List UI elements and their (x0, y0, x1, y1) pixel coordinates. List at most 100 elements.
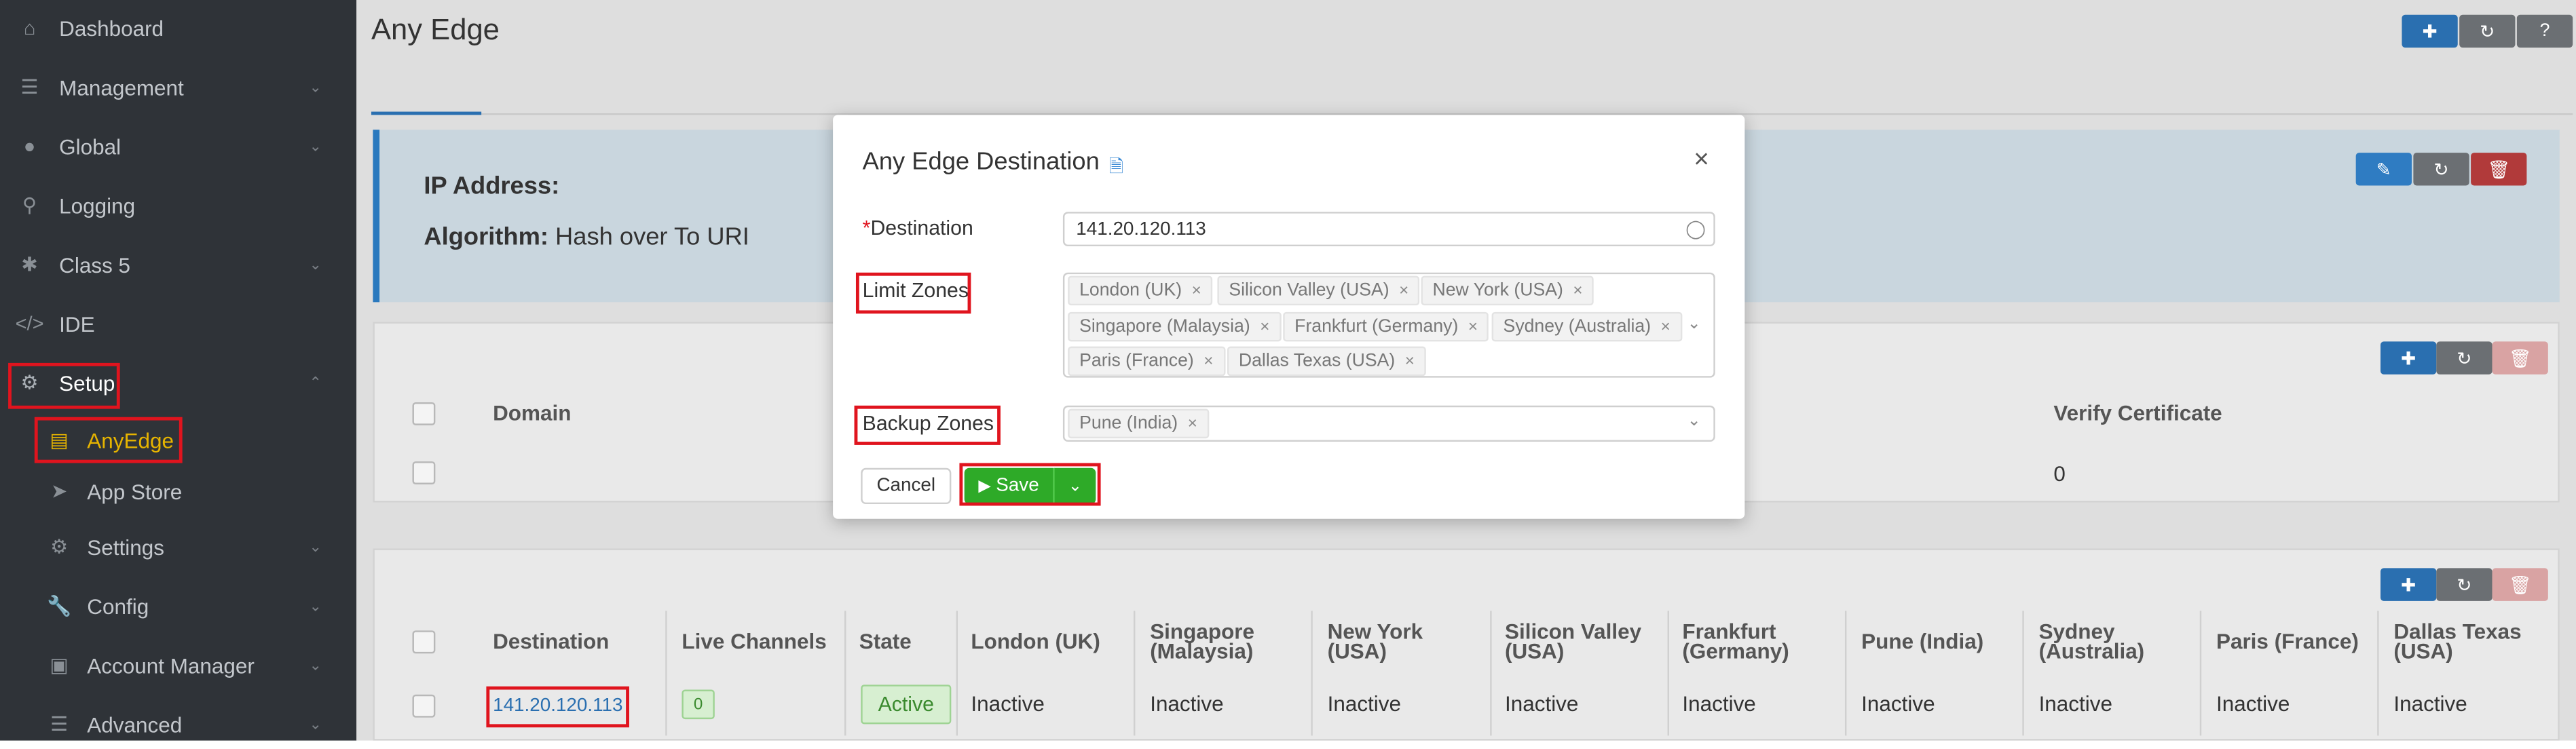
column-divider (1490, 611, 1492, 736)
refresh-button[interactable]: ↻ (2436, 341, 2493, 374)
sidebar-item-account-manager[interactable]: ▣ Account Manager ⌄ (0, 640, 356, 690)
gear-icon: ⚙ (50, 535, 69, 558)
table-cell: Inactive (971, 691, 1045, 716)
remove-chip-icon[interactable]: × (1192, 282, 1201, 300)
remove-chip-icon[interactable]: × (1573, 282, 1582, 300)
remove-chip-icon[interactable]: × (1405, 352, 1415, 370)
sidebar-item-settings[interactable]: ⚙ Settings ⌄ (0, 522, 356, 572)
select-all-checkbox[interactable] (412, 402, 436, 425)
remove-chip-icon[interactable]: × (1203, 352, 1213, 370)
destination-card: Destination Live Channels State London (… (373, 548, 2560, 741)
column-header: State (859, 628, 912, 654)
refresh-button[interactable]: ↻ (2459, 14, 2516, 48)
sidebar-item-ide[interactable]: </> IDE (0, 299, 356, 348)
sidebar-item-label: Settings (87, 534, 164, 560)
chevron-down-icon: ⌄ (309, 137, 322, 154)
chevron-down-icon: ⌄ (309, 596, 322, 613)
plus-icon: ✚ (2422, 22, 2438, 42)
column-header: Sydney (Australia) (2038, 619, 2145, 664)
column-divider (956, 611, 958, 736)
sidebar-item-label: IDE (59, 311, 95, 336)
sidebar-item-label: Class 5 (59, 252, 131, 277)
cancel-button[interactable]: Cancel (861, 467, 952, 505)
sidebar-item-advanced[interactable]: ☰ Advanced ⌄ (0, 699, 356, 749)
column-header: Singapore (Malaysia) (1150, 619, 1255, 664)
remove-chip-icon[interactable]: × (1661, 318, 1670, 336)
sidebar-item-global[interactable]: ● Global ⌄ (0, 121, 356, 171)
trash-icon: 🗑 (2508, 349, 2532, 369)
column-header: New York (USA) (1327, 619, 1423, 664)
wrench-icon: 🔧 (47, 594, 72, 618)
sidebar-item-logging[interactable]: ⚲ Logging (0, 180, 356, 230)
highlight-box (854, 405, 1001, 445)
edit-button[interactable]: ✎ (2355, 153, 2412, 186)
document-icon[interactable]: 🗎 (1109, 153, 1123, 184)
table-cell: Inactive (2038, 691, 2113, 716)
close-icon[interactable]: × (1694, 146, 1709, 176)
remove-chip-icon[interactable]: × (1399, 282, 1408, 300)
refresh-icon: ↻ (2457, 349, 2472, 369)
algorithm-line: Algorithm: Hash over To URI (424, 223, 749, 251)
tab-active-indicator (371, 111, 482, 115)
sidebar-item-label: Management (59, 75, 184, 100)
zone-chip: Pune (India) × (1068, 408, 1209, 439)
zone-chip: Frankfurt (Germany) × (1283, 311, 1489, 342)
sidebar: ⌂ Dashboard ☰ Management ⌄ ● Global ⌄ ⚲ … (0, 0, 357, 741)
delete-button[interactable]: 🗑 (2492, 341, 2548, 374)
destination-field[interactable]: 141.20.120.113 ◯ (1062, 212, 1715, 247)
required-mark: * (862, 216, 871, 240)
refresh-button[interactable]: ↻ (2436, 568, 2493, 601)
sidebar-item-config[interactable]: 🔧 Config ⌄ (0, 581, 356, 631)
remove-chip-icon[interactable]: × (1468, 318, 1478, 336)
column-divider (2022, 611, 2024, 736)
add-button[interactable]: ✚ (2380, 341, 2437, 374)
sidebar-item-dashboard[interactable]: ⌂ Dashboard (0, 3, 356, 53)
backup-zones-select[interactable]: Pune (India) × ⌄ (1062, 405, 1715, 442)
column-header: Dallas Texas (USA) (2393, 619, 2522, 664)
limit-zones-select[interactable]: London (UK) × Silicon Valley (USA) × New Y… (1062, 272, 1715, 378)
rocket-icon: ➤ (50, 479, 68, 503)
chevron-down-icon: ⌄ (309, 77, 322, 95)
sidebar-item-app-store[interactable]: ➤ App Store (0, 466, 356, 516)
sidebar-item-management[interactable]: ☰ Management ⌄ (0, 62, 356, 112)
remove-chip-icon[interactable]: × (1260, 318, 1269, 336)
help-button[interactable]: ? (2516, 14, 2573, 48)
lock-icon: ▣ (50, 653, 69, 677)
row-checkbox[interactable] (412, 694, 436, 718)
table-cell: Inactive (2216, 691, 2290, 716)
column-header: Live Channels (682, 628, 827, 654)
chevron-down-icon[interactable]: ⌄ (1687, 412, 1701, 430)
check-circle-icon: ◯ (1685, 220, 1706, 240)
column-divider (1311, 611, 1313, 736)
add-button[interactable]: ✚ (2380, 568, 2437, 601)
sidebar-item-label: Advanced (87, 712, 183, 737)
column-header: Domain (493, 400, 572, 425)
column-divider (2199, 611, 2202, 736)
delete-button[interactable]: 🗑 (2471, 153, 2527, 186)
zone-chip: Sydney (Australia) × (1491, 311, 1682, 342)
sidebar-item-label: Logging (59, 193, 136, 218)
chevron-down-icon[interactable]: ⌄ (1687, 315, 1701, 334)
delete-button[interactable]: 🗑 (2492, 568, 2548, 601)
plus-icon: ✚ (2400, 349, 2416, 369)
sidebar-item-label: Dashboard (59, 15, 164, 41)
remove-chip-icon[interactable]: × (1188, 415, 1197, 433)
plus-icon: ✚ (2400, 575, 2416, 596)
live-channels-badge: 0 (682, 689, 715, 720)
code-icon: </> (15, 311, 44, 335)
zone-chip: Silicon Valley (USA) × (1217, 275, 1421, 306)
chevron-up-icon: ⌃ (309, 373, 322, 390)
column-header: Silicon Valley (USA) (1504, 619, 1642, 664)
refresh-icon: ↻ (2457, 575, 2472, 596)
zone-chip: London (UK) × (1068, 275, 1213, 306)
column-divider (844, 611, 846, 736)
page-title: Any Edge (371, 13, 500, 46)
sidebar-item-class5[interactable]: ✱ Class 5 ⌄ (0, 239, 356, 289)
status-badge: Active (861, 685, 952, 725)
list-icon: ☰ (20, 75, 39, 99)
select-all-checkbox[interactable] (412, 630, 436, 654)
algorithm-value: Hash over To URI (555, 223, 749, 252)
refresh-button[interactable]: ↻ (2413, 153, 2469, 186)
row-checkbox[interactable] (412, 461, 436, 484)
add-button[interactable]: ✚ (2402, 14, 2458, 48)
